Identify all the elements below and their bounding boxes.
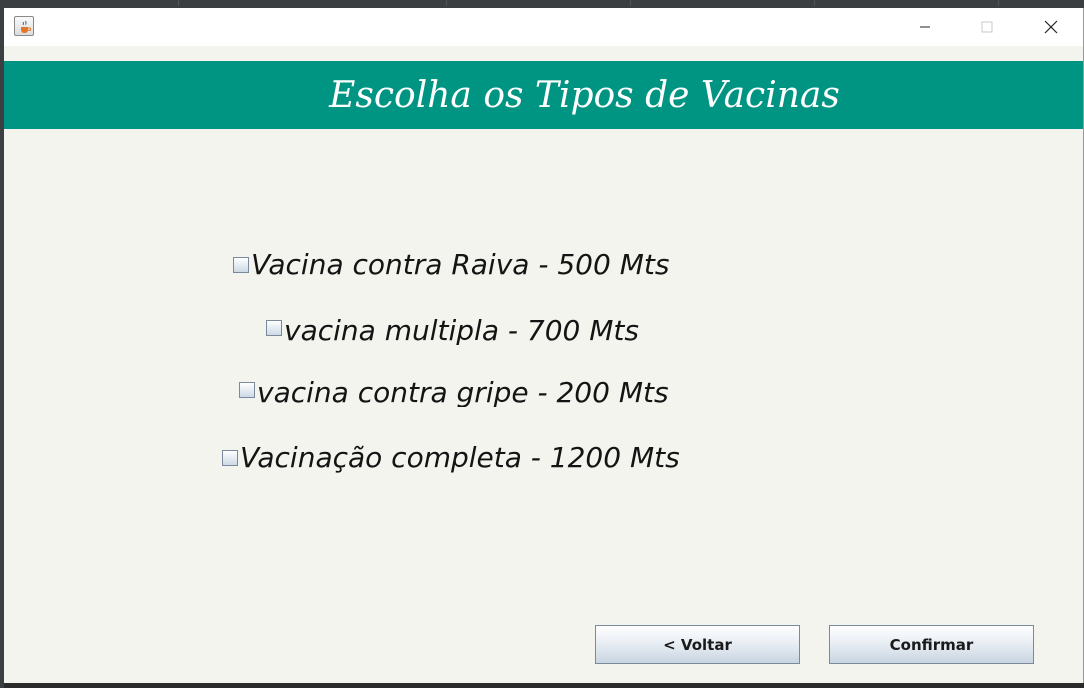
option-completa[interactable]: Vacinação completa - 1200 Mts <box>222 441 680 474</box>
confirm-button[interactable]: Confirmar <box>829 625 1034 664</box>
background-tab <box>446 0 631 6</box>
option-label: vacina multipla - 700 Mts <box>284 314 639 345</box>
option-label: Vacina contra Raiva - 500 Mts <box>251 248 670 281</box>
checkbox-raiva[interactable] <box>233 256 249 273</box>
background-tab <box>0 0 179 6</box>
background-window-strip <box>0 0 1084 8</box>
option-label: Vacinação completa - 1200 Mts <box>240 441 680 474</box>
checkbox-gripe[interactable] <box>239 382 255 398</box>
app-window: Escolha os Tipos de Vacinas Vacina contr… <box>4 8 1084 683</box>
option-raiva[interactable]: Vacina contra Raiva - 500 Mts <box>233 248 669 281</box>
background-tab <box>814 0 999 6</box>
back-button[interactable]: < Voltar <box>595 625 800 664</box>
header-banner: Escolha os Tipos de Vacinas <box>4 61 1083 129</box>
checkbox-multipla[interactable] <box>266 320 282 336</box>
maximize-button[interactable] <box>956 8 1018 46</box>
title-bar <box>4 8 1083 46</box>
checkbox-completa[interactable] <box>222 449 238 466</box>
minimize-button[interactable] <box>894 8 956 46</box>
background-tab <box>630 0 815 6</box>
maximize-icon <box>981 21 993 33</box>
close-icon <box>1044 20 1058 34</box>
background-tab <box>178 0 447 6</box>
option-multipla[interactable]: vacina multipla - 700 Mts <box>266 311 639 345</box>
option-gripe[interactable]: vacina contra gripe - 200 Mts <box>239 373 669 407</box>
option-label: vacina contra gripe - 200 Mts <box>257 376 669 407</box>
page-title: Escolha os Tipos de Vacinas <box>329 74 840 116</box>
java-cup-icon <box>14 16 34 36</box>
minimize-icon <box>920 26 930 28</box>
close-button[interactable] <box>1020 8 1082 46</box>
